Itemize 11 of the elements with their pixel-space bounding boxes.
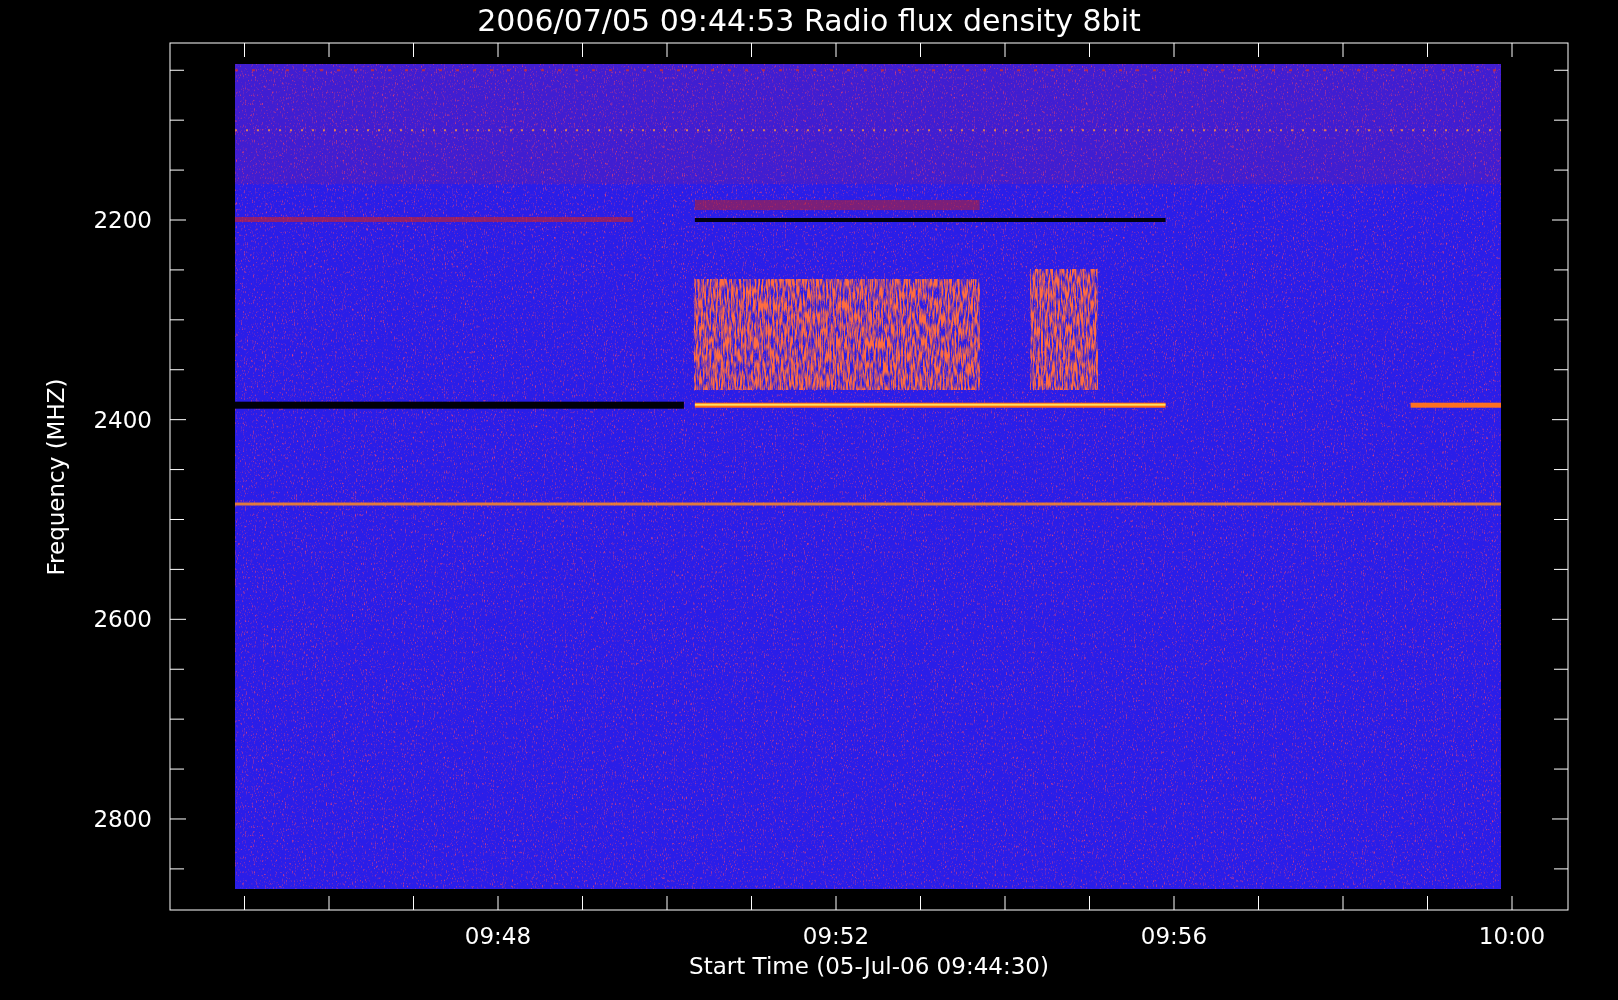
y-tick-label: 2600 bbox=[93, 606, 152, 633]
x-tick-label: 10:00 bbox=[1478, 923, 1546, 949]
y-tick-label: 2800 bbox=[93, 806, 152, 833]
x-tick-label: 09:52 bbox=[802, 923, 870, 949]
y-tick-label: 2400 bbox=[93, 406, 152, 433]
x-tick-label: 09:56 bbox=[1140, 923, 1208, 949]
plot-title: 2006/07/05 09:44:53 Radio flux density 8bit bbox=[477, 3, 1141, 38]
y-axis-label: Frequency (MHZ) bbox=[43, 378, 69, 576]
y-tick-label: 2200 bbox=[93, 207, 152, 233]
x-tick-label: 09:48 bbox=[464, 923, 532, 949]
x-axis-label: Start Time (05-Jul-06 09:44:30) bbox=[689, 953, 1049, 979]
